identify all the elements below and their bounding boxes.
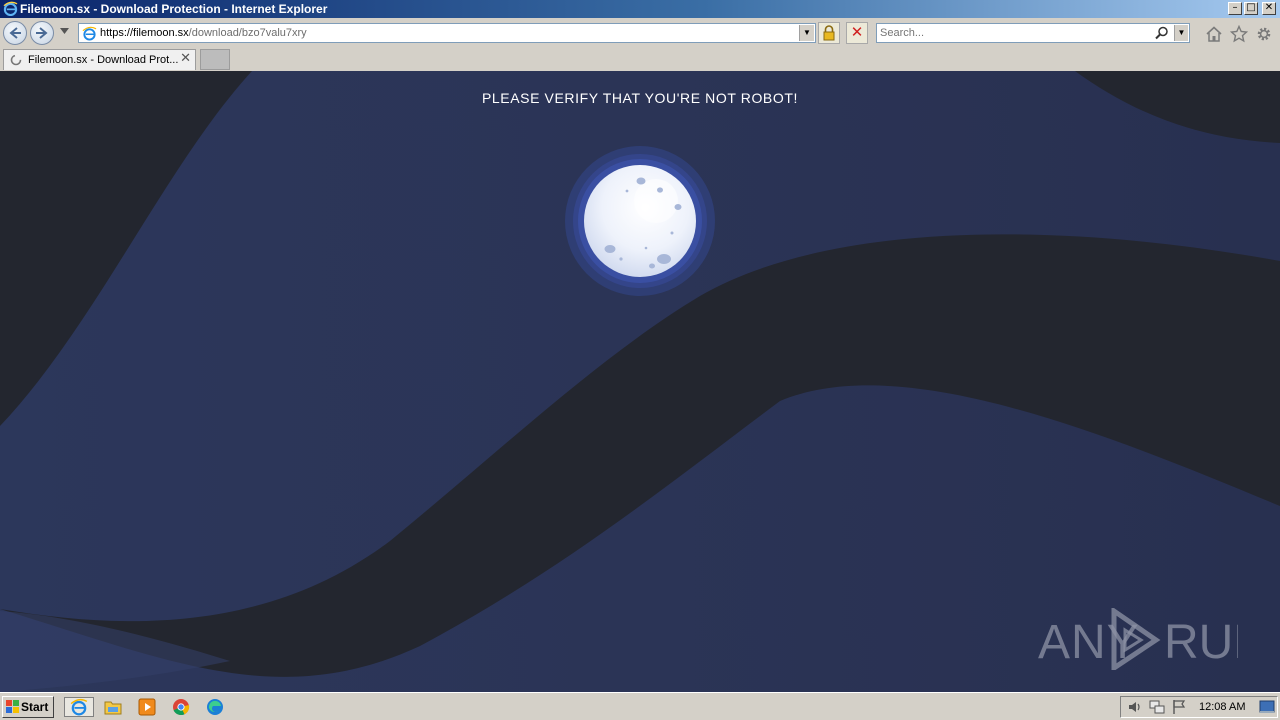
taskbar-chrome-button[interactable]: [170, 697, 192, 717]
internet-explorer-icon: [3, 1, 18, 16]
internet-explorer-icon: [70, 698, 88, 716]
watermark-run-text: RUN: [1164, 616, 1238, 669]
taskbar-clock[interactable]: 12:08 AM: [1199, 700, 1245, 714]
tab-strip: Filemoon.sx - Download Prot... ✕: [0, 48, 1280, 71]
network-icon[interactable]: [1149, 699, 1165, 715]
security-lock-button[interactable]: [818, 22, 840, 44]
show-desktop-icon[interactable]: [1259, 699, 1275, 715]
search-dropdown-button[interactable]: ▼: [1174, 25, 1188, 41]
search-input[interactable]: [880, 26, 1150, 40]
taskbar: Start 12:08 AM: [0, 692, 1280, 720]
system-tray: 12:08 AM: [1120, 696, 1278, 718]
action-center-flag-icon[interactable]: [1171, 699, 1187, 715]
verification-headline: PLEASE VERIFY THAT YOU'RE NOT ROBOT!: [481, 90, 799, 106]
address-url[interactable]: https://filemoon.sx/download/bzo7valu7xr…: [100, 27, 307, 40]
volume-icon[interactable]: [1127, 699, 1143, 715]
forward-button[interactable]: [30, 21, 54, 45]
page-ie-icon: [82, 26, 97, 41]
start-label: Start: [21, 700, 49, 714]
new-tab-button[interactable]: [200, 49, 230, 70]
minimize-button[interactable]: –: [1228, 2, 1242, 15]
taskbar-edge-button[interactable]: [204, 697, 226, 717]
search-box[interactable]: ▼: [876, 23, 1190, 43]
taskbar-explorer-button[interactable]: [102, 697, 124, 717]
loading-spinner-icon: [10, 54, 22, 66]
tab-label: Filemoon.sx - Download Prot...: [28, 54, 179, 66]
maximize-button[interactable]: □: [1244, 2, 1258, 15]
url-path: /download/bzo7valu7xry: [188, 27, 307, 39]
back-arrow-icon: [9, 27, 21, 39]
window-title: Filemoon.sx - Download Protection - Inte…: [20, 2, 328, 16]
favorites-star-icon[interactable]: [1230, 25, 1248, 43]
stop-button[interactable]: ✕: [846, 22, 868, 44]
taskbar-ie-button[interactable]: [64, 697, 94, 717]
address-dropdown-button[interactable]: ▼: [799, 25, 814, 41]
home-icon[interactable]: [1205, 25, 1223, 43]
edge-icon: [207, 699, 223, 715]
window-title-bar[interactable]: Filemoon.sx - Download Protection - Inte…: [0, 0, 1280, 18]
anyrun-watermark-logo: ANY RUN: [1038, 608, 1238, 670]
forward-arrow-icon: [36, 27, 48, 39]
media-player-icon: [138, 698, 156, 716]
search-icon[interactable]: [1155, 26, 1169, 40]
back-button[interactable]: [3, 21, 27, 45]
page-content: PLEASE VERIFY THAT YOU'RE NOT ROBOT! ANY…: [0, 71, 1280, 692]
recent-pages-dropdown-icon[interactable]: [60, 28, 69, 34]
url-host: https://filemoon.sx: [100, 27, 189, 39]
windows-flag-icon: [6, 700, 19, 713]
folder-icon: [104, 701, 122, 715]
tab-close-icon[interactable]: ✕: [180, 52, 191, 66]
gear-icon[interactable]: [1255, 25, 1273, 43]
start-button[interactable]: Start: [2, 696, 54, 718]
tab-filemoon[interactable]: Filemoon.sx - Download Prot... ✕: [3, 49, 196, 70]
navigation-bar: https://filemoon.sx/download/bzo7valu7xr…: [0, 18, 1280, 48]
moon-captcha-icon[interactable]: [564, 145, 716, 297]
taskbar-media-player-button[interactable]: [136, 697, 158, 717]
close-window-button[interactable]: ✕: [1262, 2, 1276, 15]
address-bar[interactable]: https://filemoon.sx/download/bzo7valu7xr…: [78, 23, 816, 43]
chrome-icon: [173, 699, 190, 716]
lock-icon: [823, 25, 835, 41]
